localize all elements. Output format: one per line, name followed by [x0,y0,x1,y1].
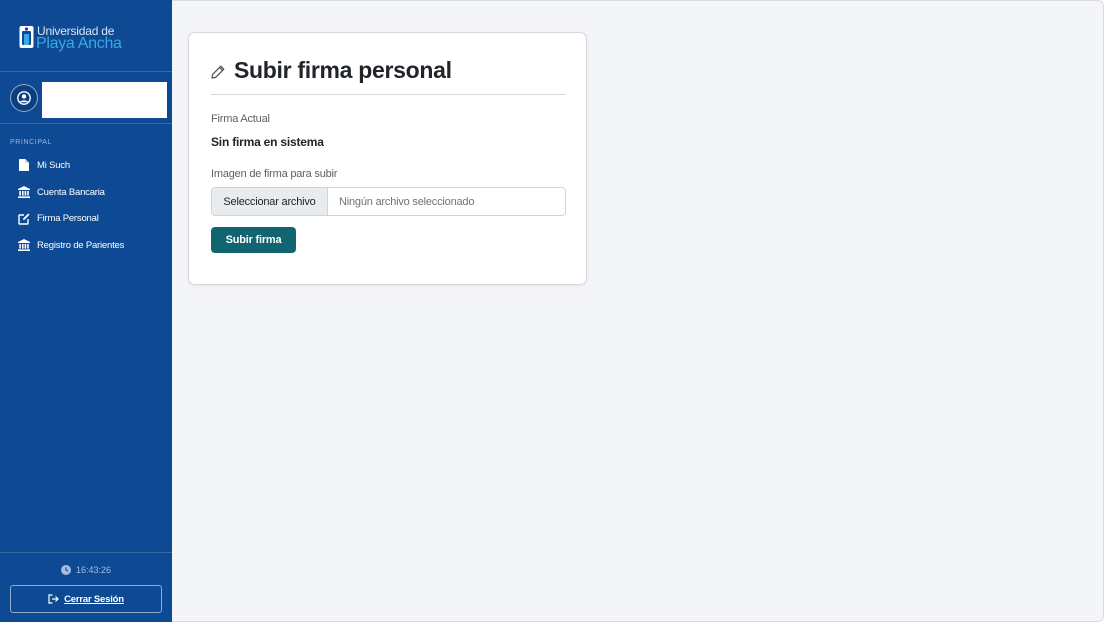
signature-file-input[interactable]: Seleccionar archivo Ningún archivo selec… [211,187,566,216]
clock-icon [60,565,71,575]
sidebar-item-firma-personal[interactable]: Firma Personal [0,205,172,232]
sidebar-item-label: Registro de Parientes [37,239,125,251]
select-file-button[interactable]: Seleccionar archivo [212,188,328,215]
sidebar: Universidad de Playa Ancha PRINCIPAL Mi … [0,0,172,622]
card-divider [211,94,566,95]
sidebar-item-label: Mi Such [37,159,70,171]
brand-line2: Playa Ancha [36,35,122,52]
document-icon [18,159,30,172]
current-signature-label: Firma Actual [211,113,270,125]
page-title: Subir firma personal [234,57,452,83]
clock: 16:43:26 [0,565,172,575]
bank-icon [18,239,30,252]
main-content: Subir firma personal Firma Actual Sin fi… [172,0,1104,622]
card-header: Subir firma personal [211,57,452,84]
submit-signature-button[interactable]: Subir firma [211,227,296,253]
user-name-box [42,82,167,118]
logout-icon [48,594,59,604]
sidebar-item-cuenta-bancaria[interactable]: Cuenta Bancaria [0,179,172,206]
university-logo-icon [19,26,34,48]
user-circle-icon [17,91,31,105]
upload-field-label: Imagen de firma para subir [211,168,338,180]
logout-label: Cerrar Sesión [64,593,124,605]
file-status-text: Ningún archivo seleccionado [339,195,475,208]
brand-logo[interactable]: Universidad de Playa Ancha [0,0,172,72]
sidebar-item-label: Cuenta Bancaria [37,186,105,198]
avatar[interactable] [10,84,38,112]
signature-upload-card: Subir firma personal Firma Actual Sin fi… [188,32,587,285]
sidebar-item-mi-such[interactable]: Mi Such [0,152,172,179]
sidebar-nav: Mi Such Cuenta Bancaria Firma Personal R… [0,152,172,259]
pencil-icon [211,65,225,79]
sidebar-footer: 16:43:26 Cerrar Sesión [0,552,172,622]
clock-time: 16:43:26 [75,565,112,575]
logout-button[interactable]: Cerrar Sesión [10,585,162,613]
user-panel [0,72,172,124]
current-signature-value: Sin firma en sistema [211,135,324,149]
sidebar-item-label: Firma Personal [37,213,99,225]
edit-icon [18,213,30,225]
sidebar-item-registro-de-parientes[interactable]: Registro de Parientes [0,232,172,259]
nav-section-label: PRINCIPAL [10,139,52,146]
bank-icon [18,186,30,199]
